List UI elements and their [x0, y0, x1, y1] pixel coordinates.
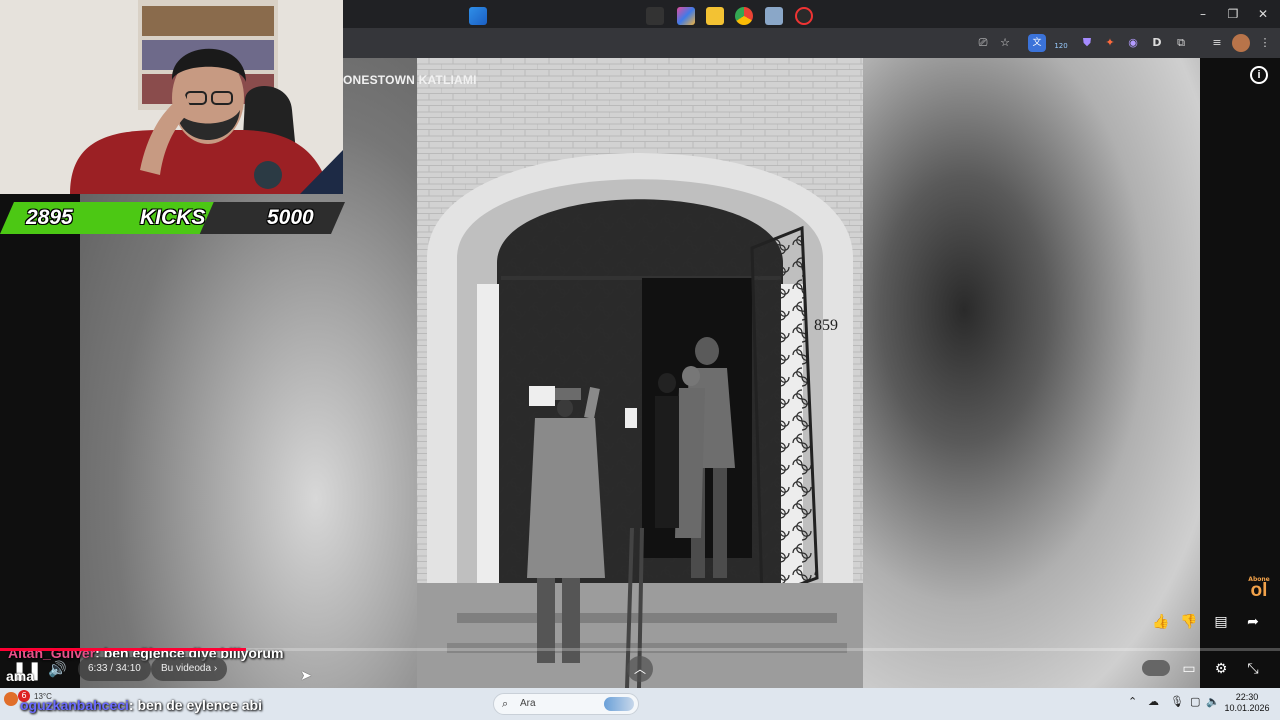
chapter-button[interactable]: Bu videoda › — [151, 657, 228, 681]
video-progress-bar[interactable] — [0, 648, 1280, 651]
like-icon[interactable]: 👍 — [1150, 611, 1172, 633]
screen: – ❐ ✕ ⎚ ☆ 文 120 ⛊ ✦ ◉ D ⧉ ≡ ⋮ 859 ONESTO… — [0, 0, 1280, 720]
gamepad-extension-icon[interactable]: ◉ — [1124, 34, 1142, 52]
file-explorer-icon[interactable] — [706, 7, 724, 25]
kicks-label: KICKS — [140, 206, 206, 229]
clock-date: 10.01.2026 — [1224, 703, 1270, 713]
volume-icon[interactable]: 🔊 — [48, 660, 67, 678]
chevron-right-icon: › — [213, 663, 218, 674]
video-frame-photo: 859 — [417, 58, 863, 688]
translate-extension-icon[interactable]: 文 — [1028, 34, 1046, 52]
cast-icon[interactable]: ⎚ — [974, 34, 992, 52]
chat-message-2: oguzkanbahceci: ben de eylence abi — [20, 697, 262, 713]
search-icon: ⌕ — [502, 697, 509, 710]
media-control-icon[interactable]: ≡ — [1208, 34, 1226, 52]
profile-avatar-icon[interactable] — [1232, 34, 1250, 52]
tray-chevron-icon[interactable]: ⌃ — [1128, 695, 1137, 708]
info-icon[interactable]: i — [1250, 66, 1268, 84]
dislike-icon[interactable]: 👎 — [1178, 611, 1200, 633]
exit-fullscreen-icon[interactable]: ⤡ — [1242, 658, 1264, 680]
weather-icon[interactable] — [4, 692, 18, 706]
fox-extension-icon[interactable]: ✦ — [1101, 34, 1119, 52]
time-display: 6:33 / 34:10 — [78, 657, 151, 681]
maximize-button[interactable]: ❐ — [1218, 4, 1248, 24]
tray-speaker-icon[interactable]: 🔈 — [1206, 695, 1220, 708]
clock-time: 22:30 — [1235, 692, 1259, 702]
video-blur-right — [863, 58, 1200, 688]
taskbar-clock[interactable]: 22:30 10.01.2026 — [1222, 692, 1272, 714]
mouse-cursor-icon: ➤ — [300, 668, 312, 684]
extension-counter-icon[interactable]: 120 — [1052, 34, 1070, 52]
building-number: 859 — [814, 317, 838, 334]
share-icon[interactable]: ➦ — [1242, 611, 1264, 633]
kicks-goal: 5000 — [267, 206, 314, 229]
video-progress-fill — [0, 648, 246, 651]
search-placeholder: Ara — [520, 698, 536, 709]
chapter-label: Bu videoda — [161, 663, 212, 674]
taskbar-search[interactable]: ⌕ Ara — [493, 693, 639, 715]
chevron-up-icon[interactable]: ︿ — [627, 656, 653, 682]
tray-mic-icon[interactable]: 🎙 — [1170, 695, 1184, 708]
video-title[interactable]: ONESTOWN KATLIAMI — [343, 73, 477, 87]
browser-menu-icon[interactable]: ⋮ — [1256, 34, 1274, 52]
extensions-puzzle-icon[interactable]: ⧉ — [1172, 34, 1190, 52]
settings-gear-icon[interactable]: ⚙ — [1210, 658, 1232, 680]
shield-extension-icon[interactable]: ⛊ — [1078, 34, 1096, 52]
task-view-icon[interactable] — [646, 7, 664, 25]
bookmark-star-icon[interactable]: ☆ — [996, 34, 1014, 52]
overlay-ama-text: ama — [6, 668, 35, 684]
minimize-button[interactable]: – — [1188, 4, 1218, 24]
comments-icon[interactable]: ▤ — [1210, 611, 1232, 633]
d-extension-icon[interactable]: D — [1148, 34, 1166, 52]
copilot-icon[interactable] — [677, 7, 695, 25]
autoplay-toggle[interactable] — [1142, 660, 1170, 676]
snipping-tool-icon[interactable] — [765, 7, 783, 25]
streamer-webcam — [0, 0, 343, 194]
search-highlight-icon — [604, 697, 634, 711]
obs-icon[interactable] — [795, 7, 813, 25]
subscribe-badge[interactable]: ol — [1246, 580, 1272, 602]
tray-cloud-icon[interactable]: ☁ — [1148, 695, 1159, 708]
chat-username-2: oguzkanbahceci — [20, 697, 129, 713]
windows-start-icon[interactable] — [469, 7, 487, 25]
chat-text-2: : ben de eylence abi — [128, 697, 262, 713]
tray-display-icon[interactable]: ▢ — [1190, 695, 1200, 708]
kicks-current: 2895 — [26, 206, 73, 229]
chrome-icon[interactable] — [735, 7, 753, 25]
close-button[interactable]: ✕ — [1248, 4, 1278, 24]
subtitles-icon[interactable]: ▭ — [1178, 658, 1200, 680]
